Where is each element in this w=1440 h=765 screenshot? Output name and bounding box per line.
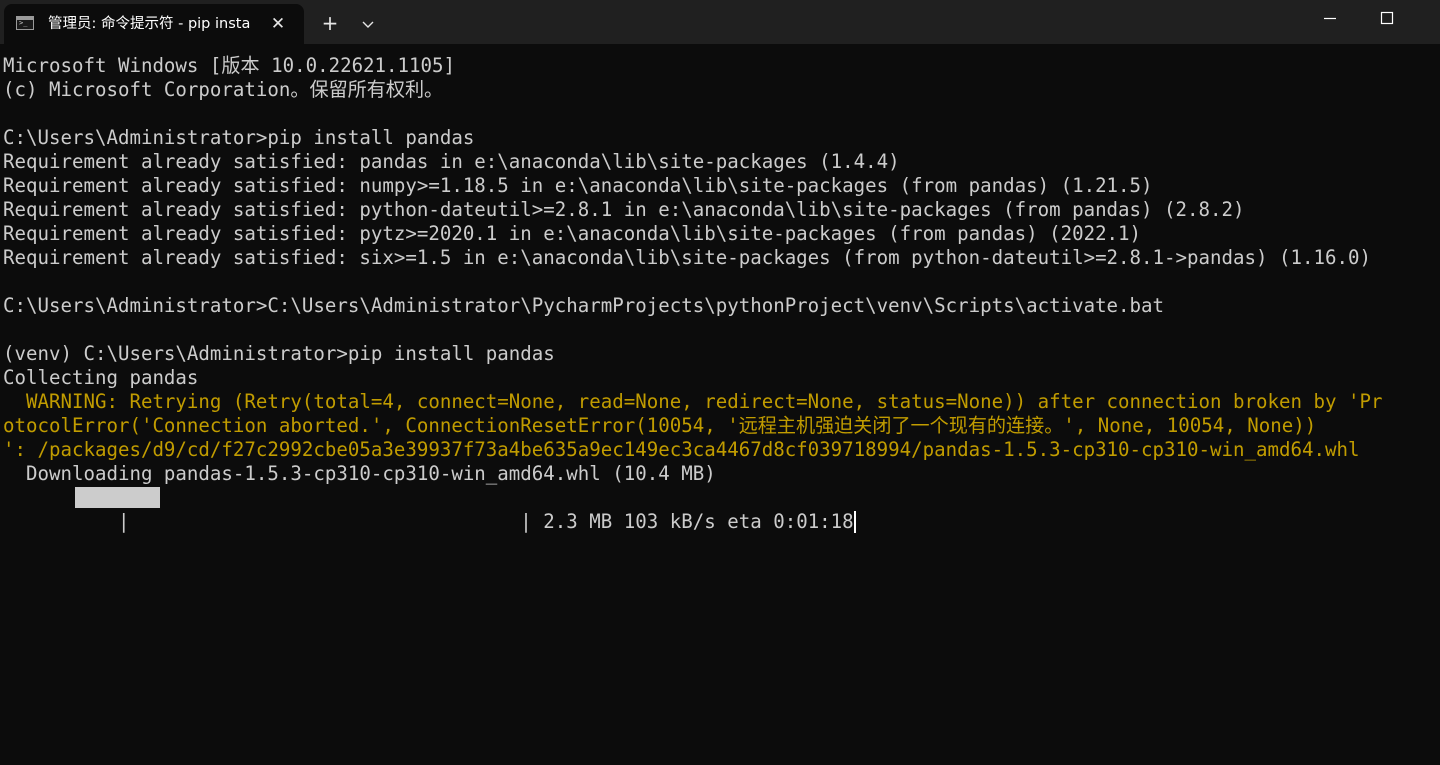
command-prompt-icon — [16, 16, 34, 30]
maximize-icon — [1380, 11, 1394, 25]
tab-dropdown-button[interactable] — [354, 10, 382, 38]
text-cursor — [853, 511, 856, 533]
chevron-down-icon — [362, 21, 374, 28]
terminal-line: otocolError('Connection aborted.', Conne… — [3, 414, 1317, 437]
new-tab-button[interactable]: + — [316, 10, 344, 38]
terminal-line: (venv) C:\Users\Administrator>pip instal… — [3, 342, 555, 365]
progress-bar-track: | | — [48, 510, 544, 533]
tab-title: 管理员: 命令提示符 - pip insta — [48, 16, 251, 32]
maximize-button[interactable] — [1364, 0, 1410, 36]
terminal-line: Requirement already satisfied: pytz>=202… — [3, 222, 1142, 245]
terminal-line: Requirement already satisfied: pandas in… — [3, 150, 900, 173]
terminal-line: Downloading pandas-1.5.3-cp310-cp310-win… — [3, 462, 716, 485]
terminal-line: Requirement already satisfied: six>=1.5 … — [3, 246, 1371, 269]
terminal-line: Requirement already satisfied: python-da… — [3, 198, 1245, 221]
download-progress-line: | | 2.3 MB 103 kB/s eta 0:01:18 — [3, 486, 1440, 533]
tab-command-prompt[interactable]: 管理员: 命令提示符 - pip insta ✕ — [4, 4, 304, 44]
terminal-line: Collecting pandas — [3, 366, 199, 389]
minimize-button[interactable] — [1307, 0, 1353, 36]
progress-bar-fill — [75, 487, 160, 508]
terminal-line: WARNING: Retrying (Retry(total=4, connec… — [3, 390, 1383, 413]
terminal-line: (c) Microsoft Corporation。保留所有权利。 — [3, 78, 444, 101]
close-tab-button[interactable]: ✕ — [266, 12, 290, 36]
minimize-icon — [1324, 17, 1336, 20]
terminal-output[interactable]: Microsoft Windows [版本 10.0.22621.1105] (c… — [3, 54, 1440, 765]
terminal-line: ': /packages/d9/cd/f27c2992cbe05a3e39937… — [3, 438, 1360, 461]
terminal-lines: Microsoft Windows [版本 10.0.22621.1105] (c… — [3, 54, 1440, 486]
terminal-line: C:\Users\Administrator>C:\Users\Administ… — [3, 294, 1165, 317]
terminal-line: Microsoft Windows [版本 10.0.22621.1105] — [3, 54, 456, 77]
title-bar: 管理员: 命令提示符 - pip insta ✕ + — [0, 0, 1440, 44]
terminal-line: Requirement already satisfied: numpy>=1.… — [3, 174, 1153, 197]
progress-stats: 2.3 MB 103 kB/s eta 0:01:18 — [543, 510, 854, 533]
terminal-line: C:\Users\Administrator>pip install panda… — [3, 126, 475, 149]
